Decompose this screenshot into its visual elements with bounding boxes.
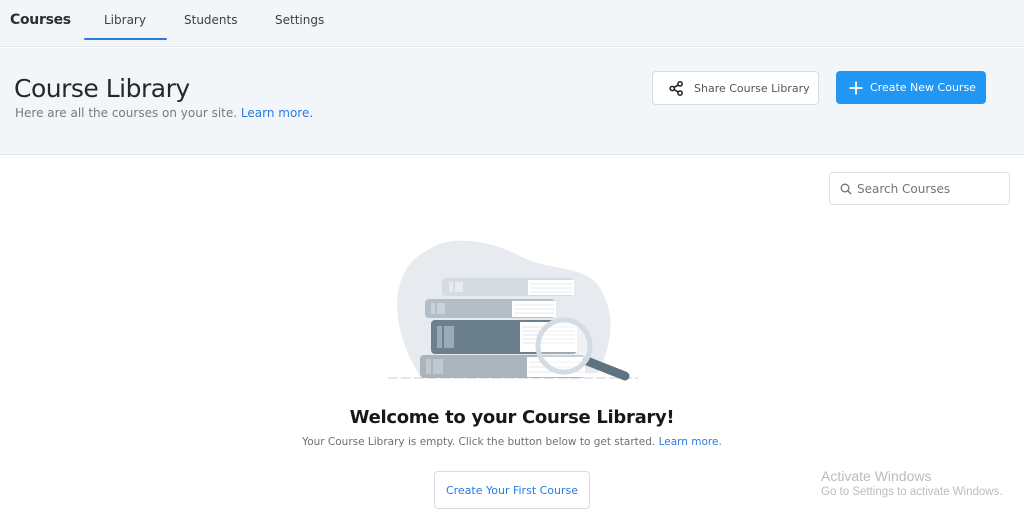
page-title: Course Library bbox=[14, 74, 190, 103]
share-icon bbox=[669, 80, 683, 96]
create-new-course-button[interactable]: Create New Course bbox=[836, 71, 986, 104]
empty-state-description: Your Course Library is empty. Click the … bbox=[302, 436, 656, 448]
empty-state-title: Welcome to your Course Library! bbox=[349, 407, 675, 428]
watermark-title: Activate Windows bbox=[821, 468, 932, 484]
page-header: Course Library Here are all the courses … bbox=[0, 48, 1024, 155]
watermark-subtitle: Go to Settings to activate Windows. bbox=[821, 486, 1003, 498]
create-button-label: Create New Course bbox=[870, 81, 976, 94]
tab-students[interactable]: Students bbox=[184, 13, 238, 27]
learn-more-link[interactable]: Learn more. bbox=[241, 106, 313, 120]
magnifier-icon bbox=[535, 317, 630, 381]
create-first-course-button[interactable]: Create Your First Course bbox=[434, 471, 590, 509]
activate-windows-watermark: Activate Windows Go to Settings to activ… bbox=[821, 468, 1003, 498]
plus-icon bbox=[849, 81, 863, 94]
share-course-library-button[interactable]: Share Course Library bbox=[652, 71, 819, 105]
search-input[interactable] bbox=[857, 181, 1007, 196]
empty-state-learn-more-link[interactable]: Learn more. bbox=[659, 436, 722, 448]
page-subtitle: Here are all the courses on your site. L… bbox=[15, 106, 313, 120]
empty-state-text: Your Course Library is empty. Click the … bbox=[0, 436, 1024, 448]
subtitle-text: Here are all the courses on your site. bbox=[15, 106, 238, 120]
brand-title: Courses bbox=[10, 12, 71, 28]
tab-settings[interactable]: Settings bbox=[275, 13, 324, 27]
search-icon bbox=[840, 183, 852, 194]
search-courses-field[interactable] bbox=[829, 172, 1010, 205]
top-navigation: Courses Library Students Settings bbox=[0, 0, 1024, 47]
share-button-label: Share Course Library bbox=[694, 81, 810, 95]
tab-library[interactable]: Library bbox=[84, 13, 167, 40]
empty-library-illustration bbox=[388, 240, 638, 381]
